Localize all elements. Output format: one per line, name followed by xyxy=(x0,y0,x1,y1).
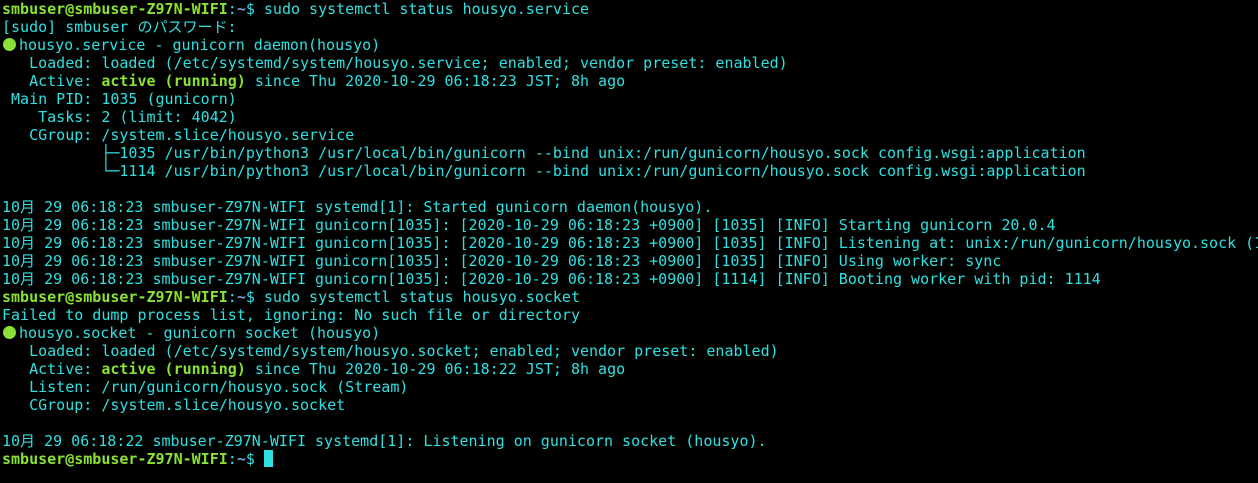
prompt-colon: : xyxy=(227,0,237,18)
log-line: 10月 29 06:18:23 smbuser-Z97N-WIFI gunico… xyxy=(2,270,1101,288)
service-title-line: housyo.service - gunicorn daemon(housyo) xyxy=(2,36,380,54)
service-cgroup-tree-2: └─1114 /usr/bin/python3 /usr/local/bin/g… xyxy=(2,162,1086,180)
service-cgroup: CGroup: /system.slice/housyo.service xyxy=(2,126,355,144)
prompt-symbol: $ xyxy=(245,450,264,468)
command-text: sudo systemctl status housyo.service xyxy=(263,0,590,18)
socket-title: housyo.socket - gunicorn socket (housyo) xyxy=(19,324,381,342)
log-line: 10月 29 06:18:23 smbuser-Z97N-WIFI gunico… xyxy=(2,252,1002,270)
service-title: housyo.service - gunicorn daemon(housyo) xyxy=(19,36,381,54)
log-line: 10月 29 06:18:23 smbuser-Z97N-WIFI gunico… xyxy=(2,216,1056,234)
socket-loaded: Loaded: loaded (/etc/systemd/system/hous… xyxy=(2,342,779,360)
socket-warning: Failed to dump process list, ignoring: N… xyxy=(2,306,580,324)
log-line: 10月 29 06:18:22 smbuser-Z97N-WIFI system… xyxy=(2,432,767,450)
prompt-user-host: smbuser@smbuser-Z97N-WIFI xyxy=(2,288,228,306)
service-active-label: Active: xyxy=(2,72,102,90)
socket-active-label: Active: xyxy=(2,360,102,378)
service-cgroup-tree-1: ├─1035 /usr/bin/python3 /usr/local/bin/g… xyxy=(2,144,1086,162)
service-loaded: Loaded: loaded (/etc/systemd/system/hous… xyxy=(2,54,788,72)
terminal-window[interactable]: smbuser@smbuser-Z97N-WIFI:~$ sudo system… xyxy=(0,0,1258,483)
service-active-line: Active: active (running) since Thu 2020-… xyxy=(2,72,625,90)
prompt-colon: : xyxy=(227,450,237,468)
green-status-dot-icon xyxy=(3,326,16,339)
log-line: 10月 29 06:18:23 smbuser-Z97N-WIFI system… xyxy=(2,198,713,216)
prompt-path: ~ xyxy=(236,0,246,18)
prompt-symbol: $ xyxy=(245,288,264,306)
green-status-dot-icon xyxy=(3,38,16,51)
command-text: sudo systemctl status housyo.socket xyxy=(263,288,580,306)
prompt-path: ~ xyxy=(236,288,246,306)
prompt-colon: : xyxy=(227,288,237,306)
sudo-password-prompt: [sudo] smbuser のパスワード: xyxy=(2,18,237,36)
service-tasks: Tasks: 2 (limit: 4042) xyxy=(2,108,237,126)
service-active-since: since Thu 2020-10-29 06:18:23 JST; 8h ag… xyxy=(245,72,626,90)
socket-active-state: active (running) xyxy=(101,360,246,378)
log-line: 10月 29 06:18:23 smbuser-Z97N-WIFI gunico… xyxy=(2,234,1258,252)
prompt-path: ~ xyxy=(236,450,246,468)
socket-listen: Listen: /run/gunicorn/housyo.sock (Strea… xyxy=(2,378,409,396)
socket-active-since: since Thu 2020-10-29 06:18:22 JST; 8h ag… xyxy=(245,360,626,378)
socket-title-line: housyo.socket - gunicorn socket (housyo) xyxy=(2,324,380,342)
prompt-user-host: smbuser@smbuser-Z97N-WIFI xyxy=(2,0,228,18)
socket-active-line: Active: active (running) since Thu 2020-… xyxy=(2,360,625,378)
command-line-1: smbuser@smbuser-Z97N-WIFI:~$ sudo system… xyxy=(2,0,589,18)
service-active-state: active (running) xyxy=(101,72,246,90)
service-main-pid: Main PID: 1035 (gunicorn) xyxy=(2,90,237,108)
block-cursor xyxy=(263,450,273,467)
command-line-2: smbuser@smbuser-Z97N-WIFI:~$ sudo system… xyxy=(2,288,580,306)
socket-cgroup: CGroup: /system.slice/housyo.socket xyxy=(2,396,346,414)
prompt-symbol: $ xyxy=(245,0,264,18)
command-line-3[interactable]: smbuser@smbuser-Z97N-WIFI:~$ xyxy=(2,450,273,468)
prompt-user-host: smbuser@smbuser-Z97N-WIFI xyxy=(2,450,228,468)
